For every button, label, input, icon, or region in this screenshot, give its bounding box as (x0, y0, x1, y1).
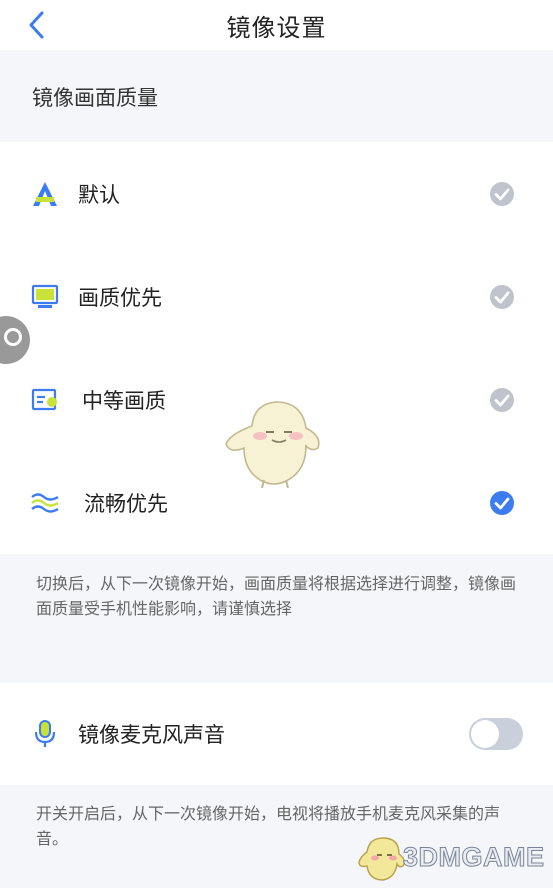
top-bar: 镜像设置 (0, 0, 553, 50)
microphone-icon (34, 720, 56, 747)
mic-row: 镜像麦克风声音 (0, 683, 553, 785)
option-label: 中等画质 (82, 388, 166, 413)
check-circle-icon (490, 181, 514, 206)
check-circle-icon (490, 284, 514, 309)
mascot-sticker (225, 401, 320, 489)
option-default[interactable]: 默认 (0, 142, 553, 245)
option-label: 画质优先 (78, 285, 162, 310)
letter-a-icon (33, 181, 57, 206)
mascot-logo-icon (358, 837, 406, 881)
waves-icon (31, 492, 59, 513)
back-button[interactable] (22, 10, 52, 40)
image-card-icon (31, 388, 57, 410)
quality-note-text: 切换后，从下一次镜像开始，画面质量将根据选择进行调整，镜像画面质量受手机性能影响… (36, 574, 517, 618)
mic-label: 镜像麦克风声音 (78, 723, 225, 747)
chevron-left-icon (29, 11, 44, 39)
check-circle-selected-icon (490, 490, 514, 515)
toggle-knob (471, 720, 499, 748)
check-circle-icon (490, 387, 514, 412)
option-quality-first[interactable]: 画质优先 (0, 245, 553, 348)
section-header: 镜像画面质量 (0, 52, 553, 142)
floating-ring-icon (4, 328, 22, 346)
watermark: 3DMGAME (355, 834, 545, 882)
quality-note: 切换后，从下一次镜像开始，画面质量将根据选择进行调整，镜像画面质量受手机性能影响… (0, 554, 553, 683)
option-label: 流畅优先 (84, 491, 168, 516)
quality-options-list: 默认 画质优先 中等画质 流畅优先 (0, 142, 553, 554)
monitor-icon (31, 284, 59, 308)
section-title: 镜像画面质量 (32, 86, 158, 110)
watermark-text: 3DMGAME (403, 842, 545, 873)
option-label: 默认 (78, 182, 120, 207)
mic-toggle[interactable] (469, 718, 523, 750)
page-title: 镜像设置 (226, 13, 327, 42)
